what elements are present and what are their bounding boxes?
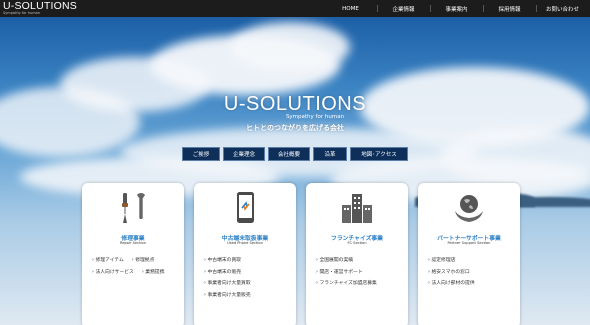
link-bulk-sell[interactable]: 事業者向け大量販売 — [204, 290, 290, 302]
hero-subtitle: Sympathy for human — [285, 114, 345, 120]
business-cards: 修理事業 Repair Section 修理アイテム 修理拠点 法人向けサービス… — [82, 183, 520, 325]
map-access-button[interactable]: 地図･アクセス — [350, 147, 408, 161]
card-links: 中古端末の買取 中古端末の販売 事業者向け大量買取 事業者向け大量販売 — [204, 255, 290, 301]
card-used-phone[interactable]: 中古端末取扱事業 Used Phone Section 中古端末の買取 中古端末… — [194, 183, 296, 325]
cloud-shape — [230, 22, 350, 72]
card-subtitle: Partner Support Section — [447, 241, 491, 245]
tools-icon — [82, 191, 184, 225]
buildings-icon — [306, 191, 408, 225]
link-business-partnership[interactable]: 業務提携 — [142, 267, 164, 279]
link-corporate-parts[interactable]: 法人向け部材の提供 — [428, 278, 514, 290]
quick-links: ご挨拶 企業理念 会社概要 沿革 地図･アクセス — [0, 147, 590, 161]
nav-contact[interactable]: お問い合わせ — [536, 0, 589, 17]
link-certified-repair[interactable]: 認定修理店 — [428, 255, 514, 267]
nav-recruit[interactable]: 採用情報 — [483, 0, 536, 17]
nav-company-info[interactable]: 企業情報 — [377, 0, 430, 17]
card-subtitle: Repair Section — [119, 241, 146, 245]
philosophy-button[interactable]: 企業理念 — [223, 147, 265, 161]
hero-tagline: ヒトとのつながりを広げる会社 — [246, 124, 344, 132]
link-corporate-services[interactable]: 法人向けサービス — [92, 267, 133, 279]
history-button[interactable]: 沿革 — [313, 147, 347, 161]
company-overview-button[interactable]: 会社概要 — [268, 147, 310, 161]
link-repair-items[interactable]: 修理アイテム — [92, 255, 123, 267]
site-logo[interactable]: U-SOLUTIONS Sympathy for human — [3, 1, 77, 15]
link-repair-locations[interactable]: 修理拠点 — [132, 255, 154, 267]
nav-business[interactable]: 事業案内 — [430, 0, 483, 17]
logo-text: U-SOLUTIONS — [3, 0, 77, 12]
link-opening-support[interactable]: 開店・運営サポート — [316, 267, 402, 279]
card-subtitle: FC Section — [347, 241, 367, 245]
card-franchise[interactable]: フランチャイズ事業 FC Section 全国展開の実績 開店・運営サポート フ… — [306, 183, 408, 325]
link-national-record[interactable]: 全国展開の実績 — [316, 255, 402, 267]
link-bulk-buy[interactable]: 事業者向け大量買取 — [204, 278, 290, 290]
link-used-sell[interactable]: 中古端末の販売 — [204, 267, 290, 279]
phone-recycle-icon — [194, 191, 296, 225]
hero-title: U-SOLUTIONS — [223, 93, 367, 115]
nav-home[interactable]: HOME — [324, 0, 377, 17]
globe-hand-icon — [418, 191, 520, 225]
card-subtitle: Used Phone Section — [227, 241, 263, 245]
card-links: 全国展開の実績 開店・運営サポート フランチャイズ加盟店募集 — [316, 255, 402, 290]
link-used-buy[interactable]: 中古端末の買取 — [204, 255, 290, 267]
card-partner-support[interactable]: パートナーサポート事業 Partner Support Section 認定修理… — [418, 183, 520, 325]
card-links: 修理アイテム 修理拠点 法人向けサービス 業務提携 — [92, 255, 178, 278]
card-links: 認定修理店 格安スマホの窓口 法人向け部材の提供 — [428, 255, 514, 290]
greeting-button[interactable]: ご挨拶 — [182, 147, 220, 161]
link-budget-phone[interactable]: 格安スマホの窓口 — [428, 267, 514, 279]
main-nav: HOME 企業情報 事業案内 採用情報 お問い合わせ — [324, 0, 589, 17]
top-navigation-bar: U-SOLUTIONS Sympathy for human HOME 企業情報… — [0, 0, 590, 17]
link-franchise-recruit[interactable]: フランチャイズ加盟店募集 — [316, 278, 402, 290]
card-repair[interactable]: 修理事業 Repair Section 修理アイテム 修理拠点 法人向けサービス… — [82, 183, 184, 325]
